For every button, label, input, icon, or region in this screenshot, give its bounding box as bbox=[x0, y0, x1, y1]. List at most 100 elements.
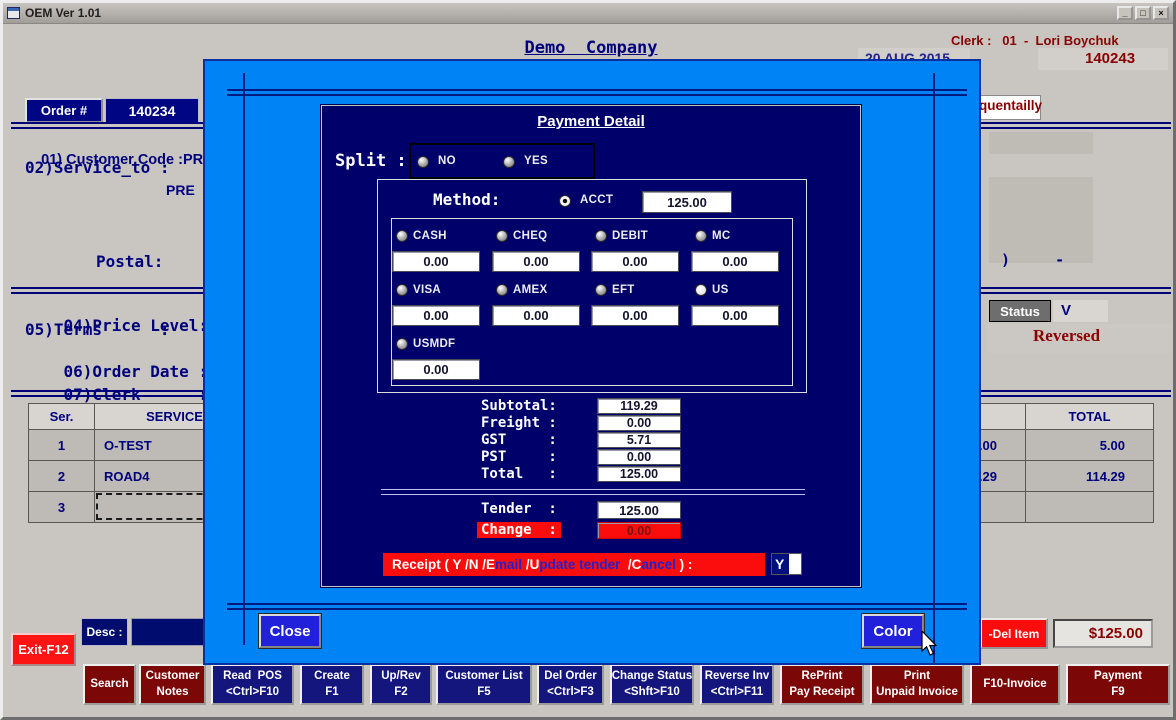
receipt-prompt-seg: ) : bbox=[676, 557, 696, 572]
toolbar-label2: Notes bbox=[157, 685, 189, 701]
order-number-field[interactable]: 140234 bbox=[105, 98, 199, 123]
mc-radio[interactable] bbox=[695, 230, 707, 242]
row3-ser[interactable]: 3 bbox=[29, 492, 95, 523]
split-no-radio[interactable] bbox=[417, 156, 429, 168]
receipt-prompt-seg: pdate tender bbox=[539, 557, 624, 572]
tender-field[interactable]: 125.00 bbox=[597, 501, 681, 519]
totals-separator bbox=[381, 489, 805, 495]
toolbar-change-status[interactable]: Change Status<Shft>F10 bbox=[610, 664, 694, 705]
toolbar-label2: F1 bbox=[325, 685, 338, 701]
toolbar-label: Payment bbox=[1094, 669, 1142, 685]
receipt-prompt-seg: ancel bbox=[641, 557, 676, 572]
amex-label: AMEX bbox=[513, 284, 547, 296]
freight-label: Freight : bbox=[481, 415, 557, 431]
visa-label: VISA bbox=[413, 284, 441, 296]
toolbar-reverse-inv[interactable]: Reverse Inv<Ctrl>F11 bbox=[700, 664, 774, 705]
acct-radio[interactable] bbox=[559, 195, 571, 207]
toolbar-search[interactable]: Search bbox=[83, 664, 136, 705]
eft-amount-field[interactable]: 0.00 bbox=[591, 305, 679, 326]
row3-total[interactable] bbox=[1026, 492, 1154, 523]
split-yes-radio[interactable] bbox=[503, 156, 515, 168]
receipt-prompt-seg: /U bbox=[522, 557, 539, 572]
toolbar-customer-list[interactable]: Customer ListF5 bbox=[436, 664, 532, 705]
method-cash: CASH 0.00 bbox=[396, 227, 482, 277]
invoice-number: 140243 bbox=[1085, 50, 1135, 67]
customer-code-value[interactable]: PR bbox=[183, 152, 203, 168]
row2-ser[interactable]: 2 bbox=[29, 461, 95, 492]
sequential-note-partial: quentailly bbox=[979, 98, 1042, 113]
cash-radio[interactable] bbox=[396, 230, 408, 242]
visa-amount-field[interactable]: 0.00 bbox=[392, 305, 480, 326]
postal-label: Postal: bbox=[96, 252, 163, 271]
cash-amount-field[interactable]: 0.00 bbox=[392, 251, 480, 272]
del-item-button[interactable]: -Del Item bbox=[980, 618, 1048, 649]
split-options-box: NO YES bbox=[409, 143, 595, 179]
cheq-amount-field[interactable]: 0.00 bbox=[492, 251, 580, 272]
col-header-total: TOTAL bbox=[1026, 404, 1154, 430]
toolbar-del-order[interactable]: Del Order<Ctrl>F3 bbox=[537, 664, 604, 705]
exit-button[interactable]: Exit-F12 bbox=[11, 633, 76, 666]
us-amount-field[interactable]: 0.00 bbox=[691, 305, 779, 326]
col-header-ser: Ser. bbox=[29, 404, 95, 430]
debit-radio[interactable] bbox=[595, 230, 607, 242]
receipt-input[interactable]: Y bbox=[771, 553, 802, 575]
freight-value: 0.00 bbox=[597, 415, 681, 431]
toolbar-label: Customer bbox=[146, 669, 200, 685]
gst-row: GST :5.71 bbox=[481, 432, 685, 448]
toolbar-label2: F2 bbox=[394, 685, 407, 701]
toolbar-label: Read POS bbox=[223, 669, 282, 685]
toolbar-label2: <Shft>F10 bbox=[624, 685, 680, 701]
close-button[interactable]: × bbox=[1153, 6, 1169, 20]
close-button-dialog[interactable]: Close bbox=[259, 614, 321, 648]
debit-label: DEBIT bbox=[612, 230, 648, 242]
method-cheq: CHEQ 0.00 bbox=[496, 227, 582, 277]
toolbar-print-unpaid-invoice[interactable]: PrintUnpaid Invoice bbox=[870, 664, 964, 705]
change-label: Change : bbox=[477, 522, 561, 538]
toolbar-reprint-pay-receipt[interactable]: RePrintPay Receipt bbox=[780, 664, 864, 705]
method-label: Method: bbox=[433, 190, 500, 209]
row1-ser[interactable]: 1 bbox=[29, 430, 95, 461]
cheq-radio[interactable] bbox=[496, 230, 508, 242]
change-value: 0.00 bbox=[597, 522, 681, 539]
toolbar-create[interactable]: CreateF1 bbox=[300, 664, 364, 705]
us-radio[interactable] bbox=[695, 284, 707, 296]
eft-radio[interactable] bbox=[595, 284, 607, 296]
maximize-button[interactable]: □ bbox=[1135, 6, 1151, 20]
row2-total[interactable]: 114.29 bbox=[1026, 461, 1154, 492]
usmdf-radio[interactable] bbox=[396, 338, 408, 350]
usmdf-amount-field[interactable]: 0.00 bbox=[392, 359, 480, 380]
change-row: Change : 0.00 bbox=[481, 522, 685, 539]
status-label-box: Status bbox=[989, 300, 1051, 322]
debit-amount-field[interactable]: 0.00 bbox=[591, 251, 679, 272]
clerk-info: Clerk : 01 - Lori Boychuk bbox=[951, 33, 1119, 48]
toolbar-label: Customer List bbox=[445, 669, 522, 685]
toolbar-label2: Pay Receipt bbox=[789, 685, 854, 701]
usmdf-label: USMDF bbox=[413, 338, 455, 350]
freight-row: Freight : 0.00 bbox=[481, 415, 685, 431]
toolbar-payment[interactable]: PaymentF9 bbox=[1066, 664, 1170, 705]
toolbar-read-pos[interactable]: Read POS<Ctrl>F10 bbox=[211, 664, 294, 705]
toolbar-up-rev[interactable]: Up/RevF2 bbox=[370, 664, 432, 705]
crosshair-vline-left bbox=[243, 73, 245, 645]
row1-total[interactable]: 5.00 bbox=[1026, 430, 1154, 461]
receipt-prompt-bar: Receipt ( Y /N /Email /Update tender /Ca… bbox=[383, 553, 765, 576]
amex-radio[interactable] bbox=[496, 284, 508, 296]
mc-amount-field[interactable]: 0.00 bbox=[691, 251, 779, 272]
toolbar-f10-invoice[interactable]: F10-Invoice bbox=[970, 664, 1060, 705]
toolbar-customer-notes[interactable]: CustomerNotes bbox=[139, 664, 206, 705]
subtotal-value: 119.29 bbox=[597, 398, 681, 414]
minimize-button[interactable]: _ bbox=[1117, 6, 1133, 20]
visa-radio[interactable] bbox=[396, 284, 408, 296]
receipt-prompt-seg: Receipt ( Y /N /E bbox=[392, 557, 495, 572]
status-value: V bbox=[1061, 302, 1071, 319]
acct-label: ACCT bbox=[580, 194, 613, 206]
toolbar-label2: <Ctrl>F10 bbox=[226, 685, 279, 701]
method-eft: EFT 0.00 bbox=[595, 281, 681, 331]
status-note: Reversed bbox=[1033, 326, 1100, 346]
method-mc: MC 0.00 bbox=[695, 227, 781, 277]
color-button[interactable]: Color bbox=[862, 614, 924, 648]
amex-amount-field[interactable]: 0.00 bbox=[492, 305, 580, 326]
acct-amount-field[interactable]: 125.00 bbox=[642, 191, 732, 213]
total-label: Total : bbox=[481, 466, 557, 482]
subtotal-row: Subtotal:119.29 bbox=[481, 398, 685, 414]
